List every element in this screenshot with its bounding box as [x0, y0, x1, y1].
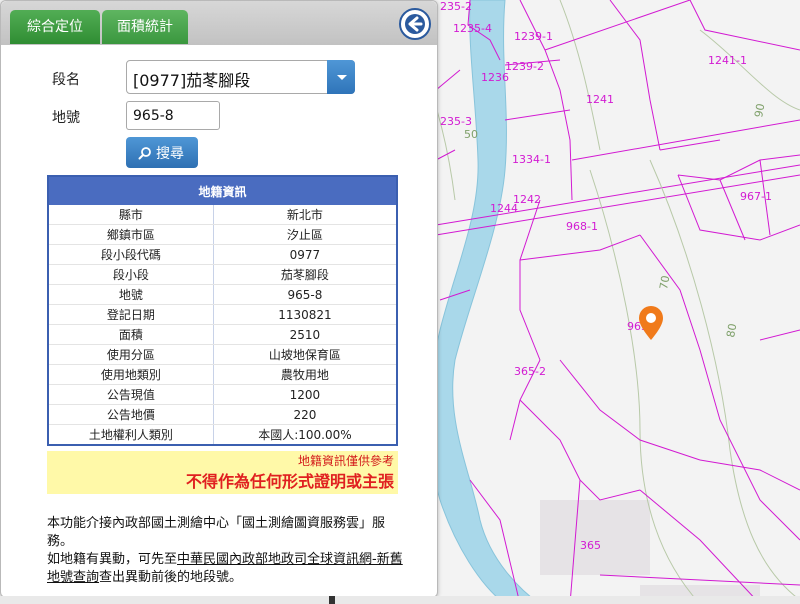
tab-locate[interactable]: 綜合定位: [10, 10, 100, 44]
parcel-label: 1334-1: [512, 153, 551, 166]
chevron-down-icon: [337, 75, 347, 80]
parcel-label: 地號: [52, 110, 80, 126]
section-select[interactable]: [0977]茄苳腳段: [126, 60, 355, 94]
table-title: 地籍資訊: [48, 176, 397, 205]
disclaimer-small-text: 地籍資訊僅供參考: [297, 454, 394, 468]
table-row: 段小段代碼 0977: [48, 244, 397, 265]
arrow-left-icon: [405, 14, 425, 34]
row-value: 965-8: [213, 284, 397, 305]
row-key: 使用地類別: [48, 364, 214, 385]
row-value: 1130821: [213, 304, 397, 325]
row-value: 1200: [213, 384, 397, 405]
section-select-value: [0977]茄苳腳段: [133, 71, 251, 90]
svg-text:90: 90: [752, 102, 767, 118]
row-value: 農牧用地: [213, 364, 397, 385]
table-row: 地號 965-8: [48, 284, 397, 305]
dropdown-arrow[interactable]: [327, 60, 355, 94]
table-row: 公告現值 1200: [48, 384, 397, 405]
cadastral-info-table: 地籍資訊 縣市 新北市 鄉鎮市區 汐止區 段小段代碼 0977 段小段 茄苳腳段 地號 9…: [47, 175, 398, 446]
parcel-label: 1241: [586, 93, 614, 106]
row-key: 段小段代碼: [48, 244, 214, 265]
table-row: 鄉鎮市區 汐止區: [48, 224, 397, 245]
back-button[interactable]: [399, 8, 431, 40]
tab-area-stats[interactable]: 面積統計: [102, 10, 188, 44]
svg-text:70: 70: [657, 274, 672, 290]
row-value: 新北市: [213, 205, 397, 225]
parcel-label: 235-2: [440, 0, 472, 13]
table-row: 登記日期 1130821: [48, 304, 397, 325]
parcel-label: 967-1: [740, 190, 772, 203]
building-block: [540, 500, 650, 575]
table-row: 使用地類別 農牧用地: [48, 364, 397, 385]
row-key: 土地權利人類別: [48, 424, 214, 446]
row-value: 0977: [213, 244, 397, 265]
tab-bar: 綜合定位 面積統計: [1, 1, 437, 45]
row-value: 220: [213, 404, 397, 425]
parcel-label: 1239-2: [505, 60, 544, 73]
row-key: 縣市: [48, 205, 214, 225]
disclaimer-warning-text: 不得作為任何形式證明或主張: [185, 472, 394, 491]
row-value: 山坡地保育區: [213, 344, 397, 365]
search-button[interactable]: 搜尋: [126, 137, 198, 168]
parcel-label: 365: [580, 539, 601, 552]
table-row: 面積 2510: [48, 324, 397, 345]
parcel-label: 968-1: [566, 220, 598, 233]
row-key: 面積: [48, 324, 214, 345]
table-row: 縣市 新北市: [48, 205, 397, 225]
search-icon: [138, 147, 151, 160]
info-text: 本功能介接內政部國土測繪中心「國土測繪圖資服務雲」服務。 如地籍有異動，可先至中…: [47, 515, 407, 587]
row-key: 鄉鎮市區: [48, 224, 214, 245]
search-button-label: 搜尋: [156, 146, 184, 162]
info-line-1: 本功能介接內政部國土測繪中心「國土測繪圖資服務雲」服務。: [47, 516, 386, 549]
row-key: 地號: [48, 284, 214, 305]
info-line-2-pre: 如地籍有異動，可先至: [47, 552, 178, 567]
cadastral-panel: 綜合定位 面積統計 段名 [0977]茄苳腳段 地號 搜尋 地籍資訊 縣市新北市…: [0, 0, 438, 598]
parcel-label: 1241-1: [708, 54, 747, 67]
row-value: 2510: [213, 324, 397, 345]
row-key: 公告地價: [48, 404, 214, 425]
parcel-number-input[interactable]: [126, 101, 220, 130]
table-row: 公告地價 220: [48, 404, 397, 425]
info-line-2-post: 查出異動前後的地段號。: [99, 570, 243, 585]
row-key: 段小段: [48, 264, 214, 285]
parcel-label: 1235-4: [453, 22, 492, 35]
disclaimer-box: 地籍資訊僅供參考 不得作為任何形式證明或主張: [47, 451, 398, 494]
parcel-label: 1244: [490, 202, 518, 215]
svg-text:80: 80: [724, 322, 739, 338]
parcel-label: 1236: [481, 71, 509, 84]
svg-text:50: 50: [464, 128, 478, 141]
table-row: 使用分區 山坡地保育區: [48, 344, 397, 365]
parcel-label: 1239-1: [514, 30, 553, 43]
table-row: 段小段 茄苳腳段: [48, 264, 397, 285]
parcel-label: 365-2: [514, 365, 546, 378]
row-key: 公告現值: [48, 384, 214, 405]
parcel-label: 235-3: [440, 115, 472, 128]
row-value: 茄苳腳段: [213, 264, 397, 285]
scrollbar-thumb[interactable]: [329, 596, 335, 604]
section-label: 段名: [52, 72, 80, 88]
table-row: 土地權利人類別 本國人:100.00%: [48, 424, 397, 446]
row-key: 登記日期: [48, 304, 214, 325]
row-value: 本國人:100.00%: [213, 424, 397, 446]
row-key: 使用分區: [48, 344, 214, 365]
row-value: 汐止區: [213, 224, 397, 245]
horizontal-scrollbar[interactable]: [0, 596, 800, 604]
